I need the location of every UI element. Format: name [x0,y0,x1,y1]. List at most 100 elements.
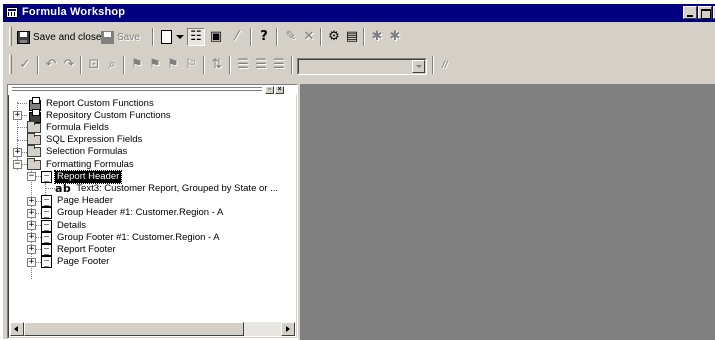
collapse-icon[interactable]: − [27,172,36,182]
expand-icon[interactable]: + [27,257,36,267]
save-button[interactable]: Save [101,28,140,46]
tree-panel-header[interactable]: ▫ × [8,85,297,95]
comment-button[interactable]: // [439,56,448,74]
toolbar-separator [276,28,278,46]
expand-icon[interactable]: + [27,233,36,243]
tree-item[interactable]: Report Custom Functions [27,97,156,111]
toolbar-separator [291,56,293,74]
redo-button[interactable]: ↷ [61,56,77,74]
title-bar[interactable]: Formula Workshop [3,4,715,22]
expert-button[interactable]: ⚙ [326,28,342,46]
browse-data-button[interactable]: ⊡ [86,56,102,74]
expand-icon[interactable]: + [13,111,22,121]
check-formula-button[interactable]: ✓ [17,56,33,74]
scroll-right-icon[interactable] [281,322,295,336]
toolbar-separator [152,28,154,46]
clear-bookmarks-icon: ⚐ [185,57,197,72]
rename-icon: ✎ [285,29,297,44]
expand-icon[interactable]: + [27,221,36,230]
tree-item-label: Page Footer [57,256,110,268]
new-icon [161,30,172,44]
tree-item-label: Report Custom Functions [46,97,154,109]
tree-item[interactable]: Repository Custom Functions [27,109,173,124]
section-icon [41,231,52,244]
formula-editor-icon: ▤ [345,29,359,44]
rename-button[interactable]: ✎ [283,28,299,46]
previous-bookmark-button[interactable]: ⚑ [165,56,181,74]
scroll-thumb[interactable] [24,322,244,336]
field-tree-icon: ☰ [237,57,249,72]
maximize-button[interactable] [698,6,712,19]
use-editor-icon: ⁄ [235,29,239,44]
syntax-combo[interactable] [297,58,427,75]
tree-item[interactable]: Page Header [41,195,115,208]
app-icon [6,7,18,18]
save-label: Save [117,31,140,43]
minimize-button[interactable] [683,6,697,19]
help-button[interactable]: ? [256,28,272,46]
tree-item[interactable]: Group Footer #1: Customer.Region - A [41,231,222,244]
section-icon [41,207,52,220]
next-bookmark-icon: ⚑ [149,57,161,72]
formula-editor-button[interactable]: ▤ [344,28,360,46]
expand-icon[interactable]: + [27,196,36,206]
panel-close-icon[interactable]: × [275,86,284,94]
tree-item[interactable]: Selection Formulas [27,145,129,159]
panel-grip[interactable] [12,87,262,91]
delete-button[interactable]: ✕ [301,28,317,46]
expand-icon[interactable]: + [27,208,36,218]
folder-icon [27,145,41,158]
tree-item[interactable]: Details [41,219,88,232]
tree-item[interactable]: Report Footer [41,243,118,256]
collapse-icon[interactable]: − [13,160,22,169]
tree-item[interactable]: Formatting Formulas [27,157,136,171]
tree-connector-line [17,103,27,104]
toggle-tree-icon: ☷ [190,29,202,44]
operator-tree-button[interactable]: ☰ [271,56,287,74]
expand-icon[interactable]: + [13,147,22,157]
toggle-properties-button[interactable]: ▣ [208,28,224,46]
next-bookmark-button[interactable]: ⚑ [147,56,163,74]
find-replace-button[interactable]: ⌕ [104,56,120,74]
folder-icon [27,157,41,170]
use-editor-button[interactable]: ⁄ [229,28,245,46]
section-icon [41,256,52,269]
help-icon: ? [260,29,268,44]
toggle-tree-button[interactable]: ☷ [187,28,205,46]
clear-bookmarks-button[interactable]: ⚐ [183,56,199,74]
formula-editor-area[interactable] [299,84,715,340]
tree-item[interactable]: ab Text3: Customer Report, Grouped by Sta… [55,182,280,195]
scroll-left-icon[interactable] [10,322,24,336]
toolbar-grip[interactable] [9,27,12,46]
workshop-tree-panel: ▫ × Report Custom Functions + Repository C… [7,84,298,339]
new-button[interactable] [159,28,184,46]
check-all-button[interactable]: ✱ [387,28,403,46]
redo-icon: ↷ [63,57,75,72]
horizontal-scrollbar[interactable] [10,322,295,336]
folder-icon [27,133,41,146]
workshop-tree: Report Custom Functions + Repository Custo… [8,97,295,322]
tree-item[interactable]: Group Header #1: Customer.Region - A [41,207,225,220]
function-tree-button[interactable]: ☰ [253,56,269,74]
tree-item[interactable]: Report Header [41,169,123,184]
toolbar-grip[interactable] [9,55,12,74]
sort-button[interactable]: ⇅ [209,56,225,74]
toggle-bookmark-button[interactable]: ⚑ [129,56,145,74]
undo-button[interactable]: ↶ [43,56,59,74]
operator-tree-icon: ☰ [273,57,285,72]
tree-item-label: Repository Custom Functions [46,109,171,121]
previous-bookmark-icon: ⚑ [167,57,179,72]
tree-item[interactable]: Formula Fields [27,120,111,134]
panel-minimize-icon[interactable]: ▫ [265,86,274,94]
section-icon [41,170,52,183]
save-and-close-button[interactable]: Save and close [17,28,101,46]
tree-item-label: Group Footer #1: Customer.Region - A [57,231,220,243]
tree-item[interactable]: Page Footer [41,256,111,269]
field-tree-button[interactable]: ☰ [235,56,251,74]
combo-dropdown-icon[interactable] [412,60,425,73]
find-replace-icon: ⌕ [108,57,116,72]
expand-icon[interactable]: + [27,245,36,255]
tree-item-label: Formatting Formulas [46,158,134,170]
check-button[interactable]: ✱ [369,28,385,46]
tree-item[interactable]: SQL Expression Fields [27,133,144,147]
